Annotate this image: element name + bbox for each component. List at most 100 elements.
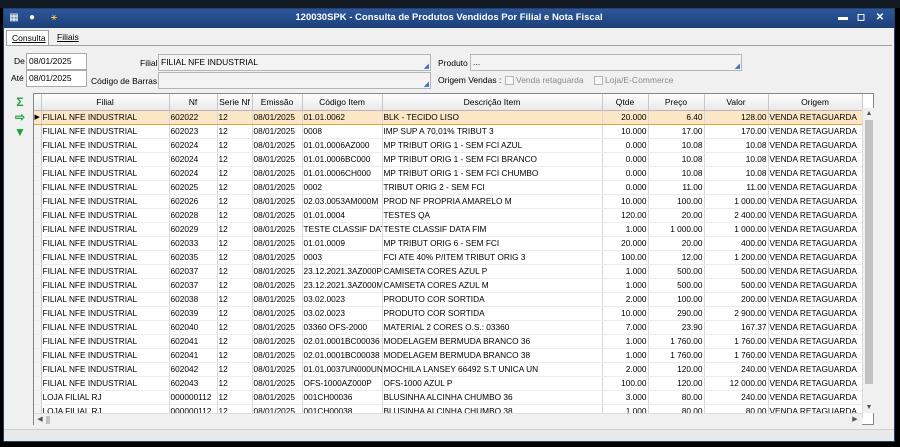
table-row[interactable]: LOJA FILIAL RJ 000000112 12 08/01/2025 001CH… <box>34 390 863 405</box>
table-cell: 12 <box>217 208 253 223</box>
table-row[interactable]: FILIAL NFE INDUSTRIAL 602043 12 08/01/2025 O… <box>34 376 863 391</box>
table-row[interactable]: FILIAL NFE INDUSTRIAL 602024 12 08/01/2025 0… <box>34 152 863 167</box>
row-indicator[interactable] <box>34 166 42 181</box>
sum-icon[interactable]: Σ <box>13 96 27 108</box>
column-header[interactable]: Filial <box>41 94 170 111</box>
vertical-scroll-thumb[interactable] <box>865 120 873 384</box>
column-header[interactable]: Descrição Item <box>382 94 603 111</box>
results-grid[interactable]: Filial Nf Serie Nf Emissão Código Item D… <box>33 93 874 425</box>
table-cell: 602041 <box>169 348 218 363</box>
table-cell: 100.00 <box>602 250 649 265</box>
table-cell: 23.12.2021.3AZ000M <box>302 278 383 293</box>
scroll-right-icon[interactable]: ▶ <box>849 414 861 425</box>
row-indicator[interactable] <box>34 390 42 405</box>
table-row[interactable]: FILIAL NFE INDUSTRIAL 602028 12 08/01/2025 0… <box>34 208 863 223</box>
row-indicator[interactable] <box>34 138 42 153</box>
column-header[interactable]: Código Item <box>302 94 383 111</box>
de-date-field[interactable]: 08/01/2025 <box>26 53 87 70</box>
filial-field[interactable]: FILIAL NFE INDUSTRIAL ◢ <box>158 54 431 71</box>
table-cell: 12 <box>217 236 253 251</box>
row-indicator[interactable] <box>34 124 42 139</box>
tab-filiais[interactable]: Filiais <box>52 30 86 45</box>
column-header[interactable]: Preço <box>648 94 705 111</box>
table-cell: FILIAL NFE INDUSTRIAL <box>41 236 170 251</box>
table-cell: 23.90 <box>648 320 705 335</box>
venda-retaguarda-checkbox[interactable] <box>505 76 514 85</box>
row-indicator[interactable] <box>34 362 42 377</box>
horizontal-scrollbar[interactable]: ◀ ▶ <box>34 413 862 425</box>
table-cell: FILIAL NFE INDUSTRIAL <box>41 109 170 125</box>
de-label: De <box>14 56 25 66</box>
table-cell: VENDA RETAGUARDA <box>768 306 863 321</box>
row-indicator[interactable] <box>34 236 42 251</box>
ate-date-field[interactable]: 08/01/2025 <box>26 70 87 87</box>
table-row[interactable]: ▶ FILIAL NFE INDUSTRIAL 602022 12 08/01/2025… <box>34 109 863 125</box>
row-indicator[interactable] <box>34 152 42 167</box>
table-row[interactable]: FILIAL NFE INDUSTRIAL 602024 12 08/01/2025 0… <box>34 166 863 181</box>
close-button[interactable]: ✕ <box>873 11 887 25</box>
column-header[interactable]: Nf <box>169 94 218 111</box>
table-row[interactable]: FILIAL NFE INDUSTRIAL 602042 12 08/01/2025 0… <box>34 362 863 377</box>
row-indicator[interactable] <box>34 250 42 265</box>
table-cell: 12 <box>217 166 253 181</box>
table-cell: 10.08 <box>704 166 769 181</box>
table-cell: 02.01.0001BC00036 <box>302 334 383 349</box>
table-row[interactable]: FILIAL NFE INDUSTRIAL 602023 12 08/01/2025 0… <box>34 124 863 139</box>
table-row[interactable]: FILIAL NFE INDUSTRIAL 602035 12 08/01/2025 0… <box>34 250 863 265</box>
table-row[interactable]: FILIAL NFE INDUSTRIAL 602039 12 08/01/2025 0… <box>34 306 863 321</box>
table-row[interactable]: FILIAL NFE INDUSTRIAL 602025 12 08/01/2025 0… <box>34 180 863 195</box>
table-cell: 12 <box>217 109 253 125</box>
table-row[interactable]: FILIAL NFE INDUSTRIAL 602029 12 08/01/2025 T… <box>34 222 863 237</box>
table-row[interactable]: FILIAL NFE INDUSTRIAL 602041 12 08/01/2025 0… <box>34 348 863 363</box>
row-indicator[interactable] <box>34 194 42 209</box>
table-row[interactable]: FILIAL NFE INDUSTRIAL 602026 12 08/01/2025 0… <box>34 194 863 209</box>
column-header[interactable]: Valor <box>704 94 769 111</box>
filial-value: FILIAL NFE INDUSTRIAL <box>161 57 258 67</box>
codigo-barras-field[interactable]: ◢ <box>158 72 431 89</box>
filter-down-icon[interactable]: ▼ <box>13 126 27 138</box>
table-cell: 08/01/2025 <box>252 292 303 307</box>
table-row[interactable]: FILIAL NFE INDUSTRIAL 602024 12 08/01/2025 0… <box>34 138 863 153</box>
column-header[interactable]: Qtde <box>602 94 649 111</box>
horizontal-scroll-thumb[interactable] <box>46 416 50 424</box>
produto-field[interactable]: ... ◢ <box>470 54 742 71</box>
table-row[interactable]: FILIAL NFE INDUSTRIAL 602038 12 08/01/2025 0… <box>34 292 863 307</box>
loja-ecommerce-checkbox[interactable] <box>594 76 603 85</box>
vertical-scrollbar[interactable]: ▲ ▼ <box>862 108 874 413</box>
scroll-left-icon[interactable]: ◀ <box>34 414 46 425</box>
export-icon[interactable]: ⇨ <box>13 111 27 123</box>
row-indicator[interactable] <box>34 278 42 293</box>
row-indicator[interactable] <box>34 320 42 335</box>
table-row[interactable]: FILIAL NFE INDUSTRIAL 602040 12 08/01/2025 0… <box>34 320 863 335</box>
maximize-button[interactable]: ◻ <box>854 11 868 25</box>
row-indicator[interactable] <box>34 376 42 391</box>
row-indicator[interactable] <box>34 180 42 195</box>
column-header[interactable]: Emissão <box>252 94 303 111</box>
table-row[interactable]: FILIAL NFE INDUSTRIAL 602033 12 08/01/2025 0… <box>34 236 863 251</box>
table-cell: 12 <box>217 376 253 391</box>
table-cell: VENDA RETAGUARDA <box>768 376 863 391</box>
row-indicator[interactable] <box>34 208 42 223</box>
column-header[interactable]: Origem <box>768 94 863 111</box>
table-row[interactable]: FILIAL NFE INDUSTRIAL 602037 12 08/01/2025 2… <box>34 278 863 293</box>
row-indicator[interactable]: ▶ <box>34 109 42 125</box>
row-indicator[interactable] <box>34 306 42 321</box>
table-row[interactable]: FILIAL NFE INDUSTRIAL 602041 12 08/01/2025 0… <box>34 334 863 349</box>
table-cell: 20.000 <box>602 109 649 125</box>
scroll-down-icon[interactable]: ▼ <box>863 402 875 413</box>
tab-consulta[interactable]: Consulta <box>6 30 49 45</box>
table-cell: 2 900.00 <box>704 306 769 321</box>
row-indicator[interactable] <box>34 222 42 237</box>
table-row[interactable]: FILIAL NFE INDUSTRIAL 602037 12 08/01/2025 2… <box>34 264 863 279</box>
row-indicator[interactable] <box>34 334 42 349</box>
table-cell: 0.000 <box>602 152 649 167</box>
column-header[interactable]: Serie Nf <box>217 94 253 111</box>
row-indicator[interactable] <box>34 348 42 363</box>
scroll-up-icon[interactable]: ▲ <box>863 108 875 119</box>
table-cell: 10.08 <box>704 152 769 167</box>
row-indicator[interactable] <box>34 264 42 279</box>
minimize-button[interactable]: ▬ <box>836 11 850 25</box>
table-cell: 1.000 <box>602 222 649 237</box>
row-indicator[interactable] <box>34 292 42 307</box>
table-cell: 602038 <box>169 292 218 307</box>
